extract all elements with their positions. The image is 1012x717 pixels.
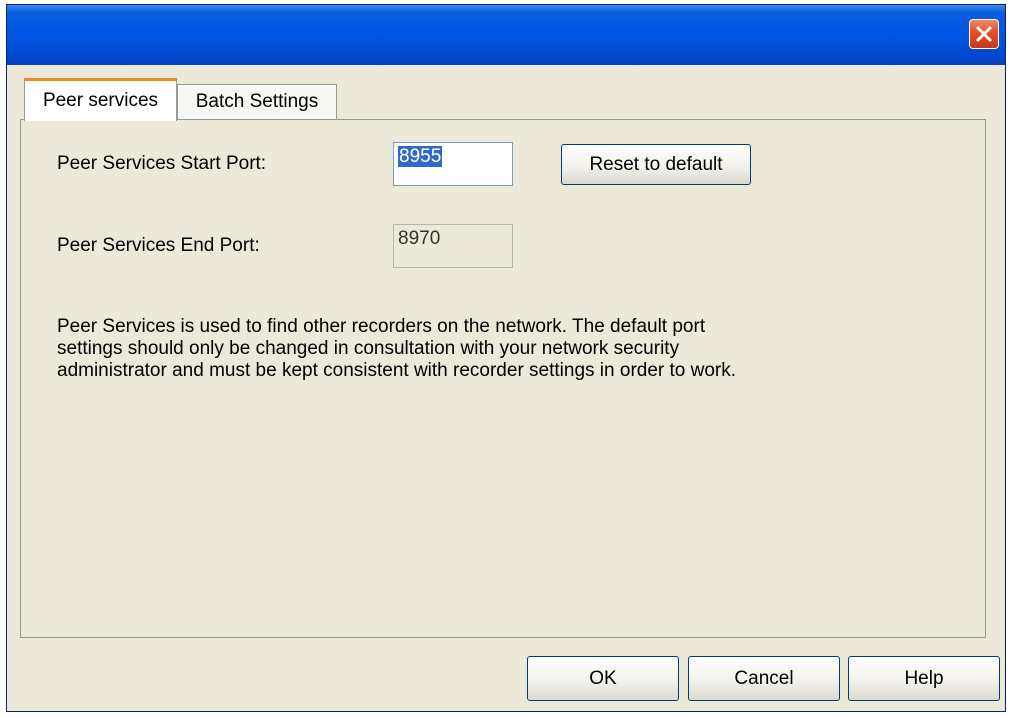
reset-to-default-button[interactable]: Reset to default [561,144,751,185]
end-port-label: Peer Services End Port: [57,235,260,256]
tab-peer-services-label: Peer services [42,90,159,111]
start-port-value: 8955 [398,146,443,167]
end-port-value: 8970 [398,228,441,249]
tab-peer-services[interactable]: Peer services [24,78,177,121]
tab-batch-settings[interactable]: Batch Settings [177,84,337,119]
cancel-button[interactable]: Cancel [688,656,840,701]
close-button[interactable] [969,19,999,49]
reset-to-default-label: Reset to default [589,153,723,175]
close-icon [975,25,993,43]
help-button[interactable]: Help [848,656,1000,701]
start-port-label: Peer Services Start Port: [57,153,267,174]
cancel-label: Cancel [734,667,794,689]
end-port-input: 8970 [393,224,513,268]
ok-label: OK [589,667,617,689]
tab-panel: Peer Services Start Port: 8955 Reset to … [20,119,986,638]
tab-batch-settings-label: Batch Settings [195,91,319,112]
title-bar [7,5,1005,65]
ok-button[interactable]: OK [527,656,679,701]
peer-services-description: Peer Services is used to find other reco… [57,316,737,381]
help-label: Help [904,667,944,689]
start-port-input[interactable]: 8955 [393,142,513,186]
